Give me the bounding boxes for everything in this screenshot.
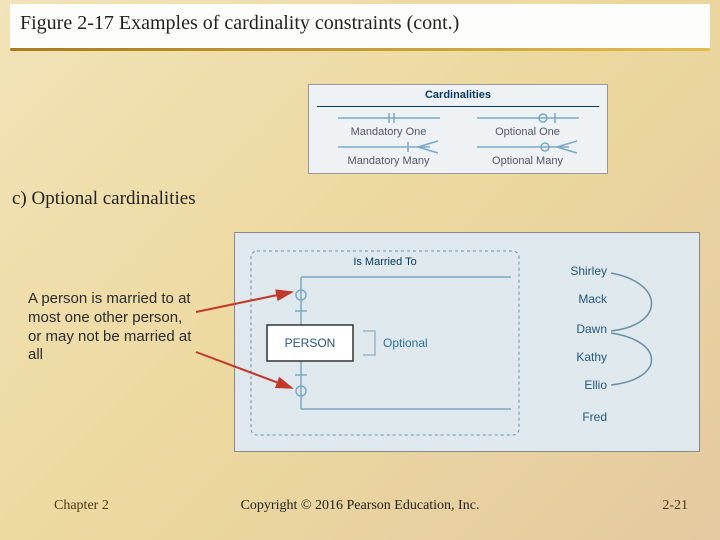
- entity-label: PERSON: [285, 336, 336, 350]
- mandatory-many-icon: [334, 140, 444, 154]
- footer-chapter: Chapter 2: [54, 498, 109, 514]
- mandatory-one-icon: [334, 111, 444, 125]
- footer-copyright: Copyright © 2016 Pearson Education, Inc.: [210, 498, 510, 514]
- cardinality-legend: Cardinalities Mandatory One Optional One: [308, 84, 608, 174]
- optional-one-icon: [473, 111, 583, 125]
- title-underline: [10, 48, 710, 51]
- name-4: Ellio: [584, 378, 607, 392]
- name-2: Dawn: [576, 322, 607, 336]
- legend-label: Mandatory One: [351, 126, 427, 138]
- erd-svg: Is Married To PERSON Optional Shirley Ma…: [235, 233, 701, 453]
- optional-many-icon: [473, 140, 583, 154]
- legend-mandatory-many: Mandatory Many: [319, 140, 458, 169]
- name-3: Kathy: [576, 350, 607, 364]
- legend-title: Cardinalities: [317, 85, 599, 107]
- subsection-label: c) Optional cardinalities: [12, 188, 196, 210]
- figure-title: Figure 2-17 Examples of cardinality cons…: [10, 4, 710, 48]
- legend-label: Optional One: [495, 126, 560, 138]
- relationship-label: Is Married To: [353, 256, 416, 268]
- legend-optional-many: Optional Many: [458, 140, 597, 169]
- explanation-text: A person is married to at most one other…: [28, 290, 198, 365]
- legend-label: Mandatory Many: [348, 155, 430, 167]
- footer-page-number: 2-21: [662, 498, 688, 514]
- erd-diagram: Is Married To PERSON Optional Shirley Ma…: [234, 232, 700, 452]
- legend-label: Optional Many: [492, 155, 563, 167]
- name-5: Fred: [582, 410, 607, 424]
- name-1: Mack: [578, 292, 608, 306]
- name-0: Shirley: [570, 264, 607, 278]
- optional-tag: Optional: [383, 336, 428, 350]
- legend-mandatory-one: Mandatory One: [319, 111, 458, 140]
- figure-title-text: Figure 2-17 Examples of cardinality cons…: [20, 12, 459, 34]
- legend-optional-one: Optional One: [458, 111, 597, 140]
- legend-grid: Mandatory One Optional One Mandatory Man…: [309, 107, 607, 173]
